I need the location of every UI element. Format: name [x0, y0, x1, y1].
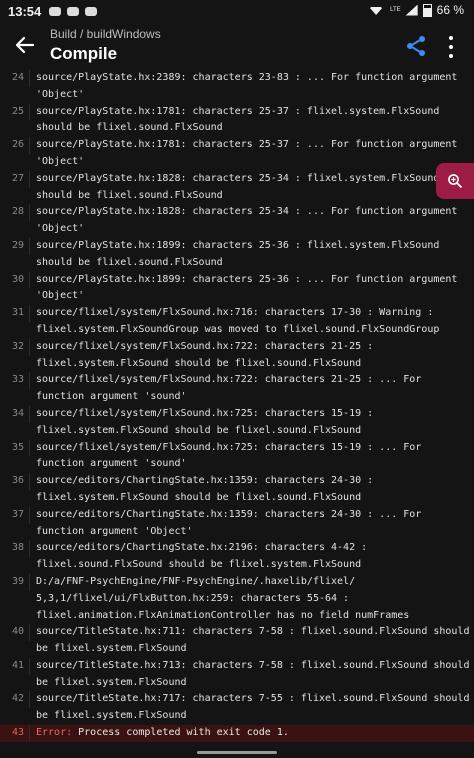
log-text: source/PlayState.hx:1899: characters 25-… [36, 273, 458, 302]
log-line: 39 D:/a/FNF-PsychEngine/FNF-PsychEngine/.… [0, 573, 474, 624]
log-text: source/editors/ChartingState.hx:1359: ch… [36, 475, 374, 503]
log-line: 28 source/PlayState.hx:1828: characters 2… [0, 204, 474, 238]
line-number: 37 [0, 506, 30, 524]
notification-icon [67, 6, 80, 16]
line-number: 43 [0, 725, 30, 742]
log-line: 25 source/PlayState.hx:1781: characters 2… [0, 103, 474, 138]
log-text: source/TitleState.hx:717: characters 7-5… [36, 693, 470, 722]
line-number: 27 [0, 170, 30, 188]
battery-level: 66 % [436, 3, 464, 17]
line-number: 29 [0, 237, 30, 255]
log-line: 38 source/editors/ChartingState.hx:2196: … [0, 540, 474, 574]
status-bar: 13:54 LTE 66 % [0, 0, 474, 22]
log-line: 33 source/flixel/system/FlxSound.hx:722: … [0, 372, 474, 406]
log-text: source/flixel/system/FlxSound.hx:722: ch… [36, 374, 422, 403]
line-number: 38 [0, 540, 30, 558]
zoom-in-icon [448, 174, 463, 189]
log-line: 24 source/PlayState.hx:2389: characters 2… [0, 70, 474, 104]
line-number: 24 [0, 70, 30, 87]
log-text: source/flixel/system/FlxSound.hx:722: ch… [36, 340, 374, 369]
log-text: source/PlayState.hx:1781: characters 25-… [36, 139, 458, 167]
log-text: source/flixel/system/FlxSound.hx:716: ch… [36, 307, 440, 335]
log-text: D:/a/FNF-PsychEngine/FNF-PsychEngine/.ha… [36, 575, 410, 621]
log-line: 26 source/PlayState.hx:1781: characters 2… [0, 137, 474, 171]
line-number: 25 [0, 103, 30, 121]
log-line: 35 source/flixel/system/FlxSound.hx:725: … [0, 439, 474, 474]
line-number: 34 [0, 405, 30, 423]
error-label: Error: [36, 727, 73, 739]
status-right: LTE 66 % [369, 3, 464, 17]
error-message: Process completed with exit code 1. [72, 727, 289, 739]
line-number: 39 [0, 573, 30, 591]
breadcrumb: Build / buildWindows [50, 27, 161, 41]
log-line: 34 source/flixel/system/FlxSound.hx:725: … [0, 405, 474, 440]
battery-icon [422, 3, 432, 17]
line-number: 35 [0, 439, 30, 457]
line-number: 28 [0, 204, 30, 222]
back-arrow-icon[interactable] [14, 34, 36, 56]
log-line: 36 source/editors/ChartingState.hx:1359: … [0, 473, 474, 507]
notification-icons [49, 6, 98, 16]
line-number: 31 [0, 305, 30, 322]
notification-icon [85, 6, 98, 16]
more-vert-icon[interactable] [446, 36, 456, 58]
line-number: 32 [0, 338, 30, 356]
log-line: 41 source/TitleState.hx:713: characters 7… [0, 657, 474, 692]
log-text: source/PlayState.hx:1828: characters 25-… [36, 206, 458, 235]
app-bar: Build / buildWindows Compile [0, 22, 474, 70]
log-line: 42 source/TitleState.hx:717: characters 7… [0, 691, 474, 725]
line-number: 41 [0, 657, 30, 675]
log-text: source/flixel/system/FlxSound.hx:725: ch… [36, 407, 374, 436]
wifi-icon [369, 7, 384, 15]
log-text: source/PlayState.hx:1899: characters 25-… [36, 239, 440, 268]
log-text: source/PlayState.hx:2389: characters 23-… [36, 72, 458, 100]
line-number: 42 [0, 691, 30, 709]
log-text: source/PlayState.hx:1781: characters 25-… [36, 105, 440, 134]
zoom-button[interactable] [436, 163, 474, 199]
line-number: 40 [0, 624, 30, 642]
log-text: source/PlayState.hx:1828: characters 25-… [36, 172, 440, 201]
build-log[interactable]: 24 source/PlayState.hx:2389: characters 2… [0, 70, 474, 744]
share-icon[interactable] [404, 34, 428, 58]
line-number: 30 [0, 271, 30, 289]
signal-icon [405, 4, 418, 16]
home-indicator[interactable] [197, 751, 277, 754]
log-line: 29 source/PlayState.hx:1899: characters 2… [0, 237, 474, 272]
line-number: 36 [0, 473, 30, 490]
log-line: 27 source/PlayState.hx:1828: characters 2… [0, 170, 474, 205]
log-line: 32 source/flixel/system/FlxSound.hx:722: … [0, 338, 474, 373]
notification-icon [49, 6, 62, 16]
line-number: 26 [0, 137, 30, 154]
log-text: source/editors/ChartingState.hx:2196: ch… [36, 542, 368, 571]
error-text: Error: Process completed with exit code … [30, 725, 289, 742]
log-text: source/TitleState.hx:713: characters 7-5… [36, 659, 470, 688]
line-number: 33 [0, 372, 30, 390]
status-time: 13:54 [8, 3, 42, 19]
error-line: 43 Error: Process completed with exit cod… [0, 725, 474, 742]
page-title: Compile [50, 44, 118, 63]
log-line: 31 source/flixel/system/FlxSound.hx:716: … [0, 305, 474, 339]
log-line: 37 source/editors/ChartingState.hx:1359: … [0, 506, 474, 541]
log-line: 30 source/PlayState.hx:1899: characters 2… [0, 271, 474, 306]
log-line: 40 source/TitleState.hx:711: characters 7… [0, 624, 474, 658]
network-type: LTE [390, 7, 401, 13]
log-text: source/TitleState.hx:711: characters 7-5… [36, 626, 470, 655]
log-text: source/editors/ChartingState.hx:1359: ch… [36, 508, 422, 537]
log-text: source/flixel/system/FlxSound.hx:725: ch… [36, 441, 422, 470]
